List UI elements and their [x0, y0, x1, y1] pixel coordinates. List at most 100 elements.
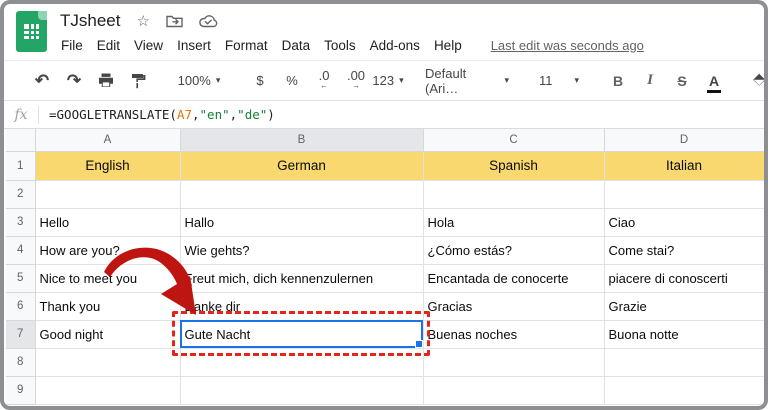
logo-fold — [38, 11, 47, 20]
menu-item-help[interactable]: Help — [427, 35, 469, 56]
cell-c1[interactable]: Spanish — [423, 151, 605, 181]
cell-b9[interactable] — [180, 376, 424, 405]
redo-icon[interactable]: ↷ — [61, 68, 87, 94]
cell-b6[interactable]: Danke dir — [180, 292, 424, 321]
zoom-value: 100% — [177, 73, 211, 88]
cell-d6[interactable]: Grazie — [604, 292, 764, 321]
menu-item-view[interactable]: View — [127, 35, 170, 56]
zoom-select[interactable]: 100% ▾ — [171, 68, 227, 94]
print-icon[interactable] — [93, 68, 119, 94]
cloud-check-icon[interactable] — [199, 14, 218, 28]
table-row: 8 — [6, 348, 764, 377]
cell-b5[interactable]: Freut mich, dich kennenzulernen — [180, 264, 424, 293]
menu-item-file[interactable]: File — [54, 35, 90, 56]
row-header-3[interactable]: 3 — [6, 208, 36, 237]
cell-d3[interactable]: Ciao — [604, 208, 764, 237]
fill-color-icon[interactable] — [747, 68, 764, 94]
row-header-8[interactable]: 8 — [6, 348, 36, 377]
row-header-4[interactable]: 4 — [6, 236, 36, 265]
menu-bar: File Edit View Insert Format Data Tools Add-ons… — [4, 32, 764, 58]
menu-item-format[interactable]: Format — [218, 35, 275, 56]
cell-c6[interactable]: Gracias — [423, 292, 605, 321]
cell-a6[interactable]: Thank you — [35, 292, 181, 321]
menu-item-add-ons[interactable]: Add-ons — [363, 35, 427, 56]
cell-c2[interactable] — [423, 180, 605, 209]
move-folder-icon[interactable] — [166, 14, 183, 28]
cell-a2[interactable] — [35, 180, 181, 209]
arrow-right-icon: → — [351, 80, 360, 90]
cell-c9[interactable] — [423, 376, 605, 405]
italic-button[interactable]: I — [637, 68, 663, 94]
cell-d7[interactable]: Buona notte — [604, 320, 764, 349]
cell-a4[interactable]: How are you? — [35, 236, 181, 265]
formula-token-default: , — [192, 107, 200, 122]
menu-item-insert[interactable]: Insert — [170, 35, 218, 56]
cell-d9[interactable] — [604, 376, 764, 405]
table-row: 6 Thank you Danke dir Gracias Grazie — [6, 292, 764, 321]
cell-d2[interactable] — [604, 180, 764, 209]
font-size-select[interactable]: 11 ▾ — [533, 68, 585, 94]
percent-format-button[interactable]: % — [279, 68, 305, 94]
cell-d4[interactable]: Come stai? — [604, 236, 764, 265]
cell-d1[interactable]: Italian — [604, 151, 764, 181]
cell-a7[interactable]: Good night — [35, 320, 181, 349]
cell-b1[interactable]: German — [180, 151, 424, 181]
column-header-c[interactable]: C — [423, 129, 605, 152]
row-header-5[interactable]: 5 — [6, 264, 36, 293]
paint-format-icon[interactable] — [125, 68, 151, 94]
font-name: Default (Ari… — [425, 65, 467, 96]
menu-item-tools[interactable]: Tools — [317, 35, 363, 56]
font-select[interactable]: Default (Ari… ▾ — [421, 65, 513, 96]
document-title[interactable]: TJsheet — [60, 11, 120, 31]
more-formats-button[interactable]: 123 ▾ — [372, 68, 403, 94]
formula-token-string: "de" — [237, 107, 268, 122]
menu-item-edit[interactable]: Edit — [90, 35, 127, 56]
currency-format-button[interactable]: $ — [247, 68, 273, 94]
row-header-6[interactable]: 6 — [6, 292, 36, 321]
cell-c3[interactable]: Hola — [423, 208, 605, 237]
cell-b4[interactable]: Wie gehts? — [180, 236, 424, 265]
chevron-down-icon: ▾ — [574, 75, 579, 85]
column-header-a[interactable]: A — [35, 129, 181, 152]
cell-b2[interactable] — [180, 180, 424, 209]
cell-d5[interactable]: piacere di conoscerti — [604, 264, 764, 293]
row-header-1[interactable]: 1 — [6, 151, 36, 181]
formula-token-default: =GOOGLETRANSLATE( — [49, 107, 177, 122]
font-size-value: 11 — [539, 73, 553, 88]
row-header-2[interactable]: 2 — [6, 180, 36, 209]
spreadsheet-grid: A B C D 1 English German Spanish Italian 2 3 Hello H… — [6, 129, 764, 405]
cell-c7[interactable]: Buenas noches — [423, 320, 605, 349]
corner-box[interactable] — [6, 129, 36, 152]
menu-item-data[interactable]: Data — [275, 35, 318, 56]
bold-button[interactable]: B — [605, 68, 631, 94]
cell-a5[interactable]: Nice to meet you — [35, 264, 181, 293]
undo-icon[interactable]: ↶ — [29, 68, 55, 94]
increase-decimal-button[interactable]: .00 → — [343, 68, 369, 94]
table-row: 1 English German Spanish Italian — [6, 151, 764, 181]
cell-b7[interactable]: Gute Nacht — [180, 320, 424, 349]
cell-a9[interactable] — [35, 376, 181, 405]
strikethrough-button[interactable]: S — [669, 68, 695, 94]
row-header-9[interactable]: 9 — [6, 376, 36, 405]
cell-a1[interactable]: English — [35, 151, 181, 181]
cell-a3[interactable]: Hello — [35, 208, 181, 237]
sheets-logo-icon[interactable] — [16, 11, 47, 52]
arrow-left-icon: ← — [320, 80, 328, 90]
last-edit-status[interactable]: Last edit was seconds ago — [491, 38, 644, 53]
cell-c8[interactable] — [423, 348, 605, 377]
cell-c4[interactable]: ¿Cómo estás? — [423, 236, 605, 265]
cell-d8[interactable] — [604, 348, 764, 377]
table-row: 9 — [6, 376, 764, 405]
cell-b8[interactable] — [180, 348, 424, 377]
increase-decimal-label: .00 — [346, 67, 366, 83]
decrease-decimal-button[interactable]: .0 ← — [311, 68, 337, 94]
cell-b3[interactable]: Hallo — [180, 208, 424, 237]
text-color-button[interactable]: A — [701, 68, 727, 94]
star-icon[interactable]: ☆ — [136, 12, 149, 30]
row-header-7[interactable]: 7 — [6, 320, 36, 349]
column-header-b[interactable]: B — [180, 129, 424, 152]
cell-a8[interactable] — [35, 348, 181, 377]
formula-input[interactable]: =GOOGLETRANSLATE(A7,"en","de") — [49, 107, 275, 122]
cell-c5[interactable]: Encantada de conocerte — [423, 264, 605, 293]
column-header-d[interactable]: D — [604, 129, 764, 152]
